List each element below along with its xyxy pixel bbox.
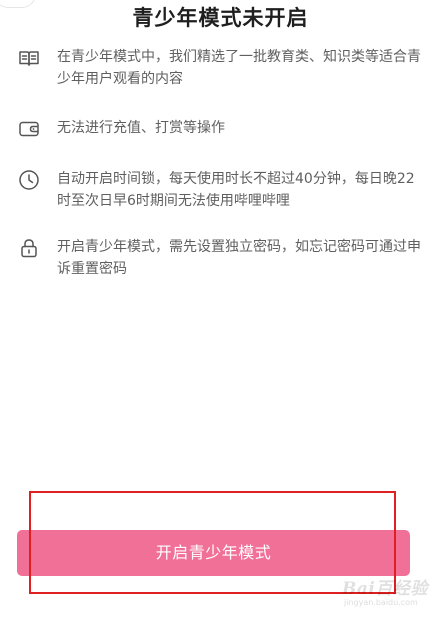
feature-text: 自动开启时间锁，每天使用时长不超过40分钟，每日晚22时至次日早6时期间无法使用… bbox=[57, 171, 415, 209]
feature-text: 在青少年模式中，我们精选了一批教育类、知识类等适合青少年用户观看的内容 bbox=[57, 49, 421, 87]
lock-icon bbox=[18, 237, 40, 259]
watermark-url: jingyan.baidu.com bbox=[344, 598, 418, 607]
feature-item-password: 开启青少年模式，需先设置独立密码，如忘记密码可通过申诉重置密码 bbox=[18, 236, 423, 280]
feature-item-time-lock: 自动开启时间锁，每天使用时长不超过40分钟，每日晚22时至次日早6时期间无法使用… bbox=[18, 168, 423, 212]
clock-icon bbox=[18, 169, 40, 191]
book-icon bbox=[18, 47, 40, 69]
feature-text: 开启青少年模式，需先设置独立密码，如忘记密码可通过申诉重置密码 bbox=[57, 239, 421, 277]
watermark: Bai百经验 jingyan.baidu.com bbox=[336, 574, 436, 618]
watermark-logo: Bai百经验 bbox=[342, 579, 428, 599]
wallet-icon bbox=[18, 118, 40, 140]
page-title: 青少年模式未开启 bbox=[132, 6, 309, 30]
feature-item-content: 在青少年模式中，我们精选了一批教育类、知识类等适合青少年用户观看的内容 bbox=[18, 46, 423, 90]
teen-mode-page: 青少年模式未开启 在青少年模式中，我们精选了一批教育类、知识类等适合青少年用户观… bbox=[0, 0, 441, 623]
feature-item-payment: 无法进行充值、打赏等操作 bbox=[18, 117, 423, 140]
feature-text: 无法进行充值、打赏等操作 bbox=[57, 120, 225, 136]
